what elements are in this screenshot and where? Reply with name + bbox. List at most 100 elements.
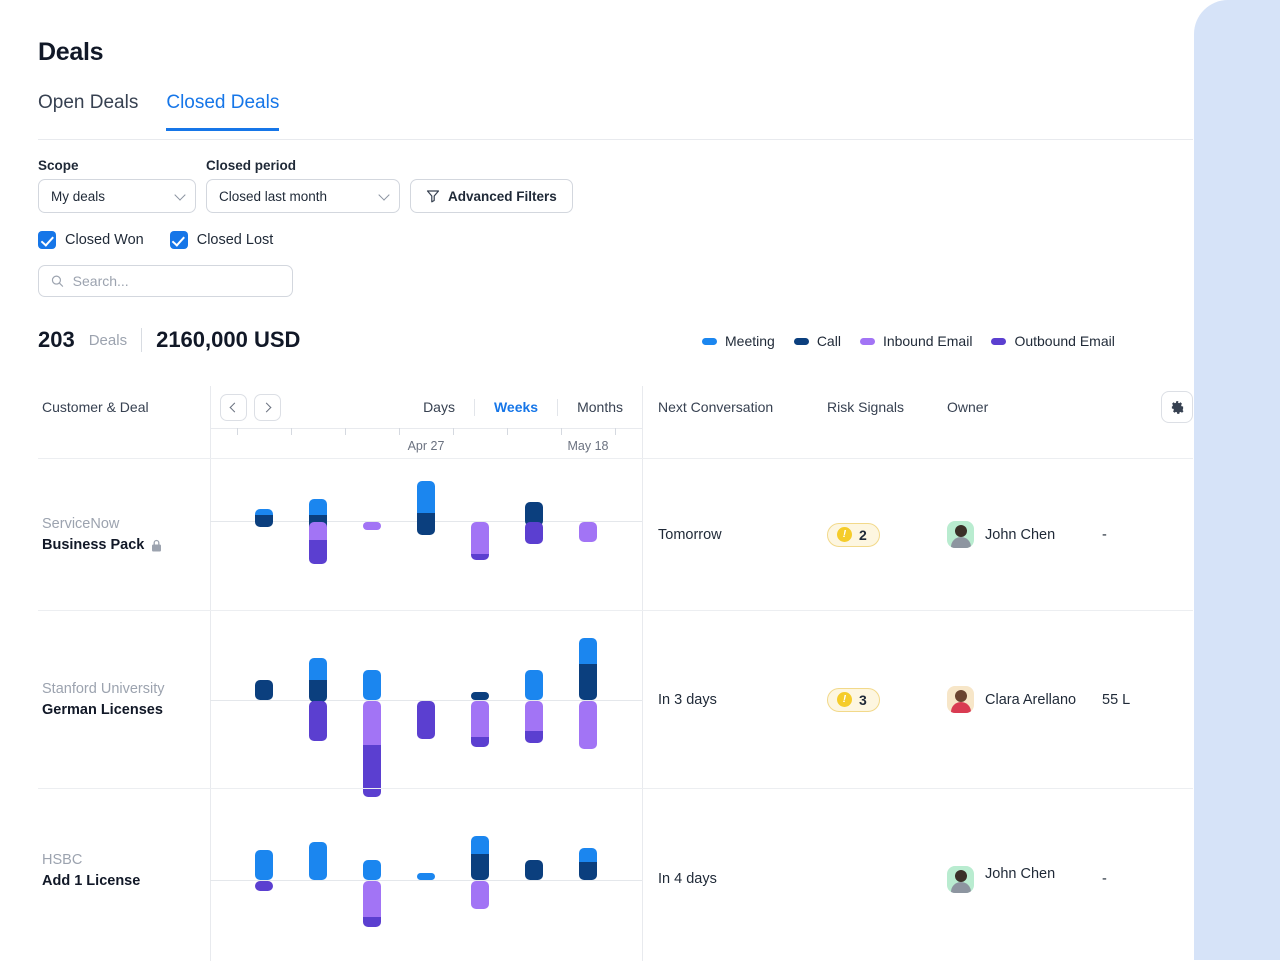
bar-segment-meeting: [363, 860, 381, 880]
row-separator-right: [642, 789, 643, 961]
chart-baseline: [210, 880, 642, 881]
axis-tick: [615, 428, 616, 435]
risk-badge[interactable]: ! 2: [827, 522, 880, 547]
table-header: Customer & Deal Days Weeks Months Next C…: [38, 386, 1193, 428]
row-separator-right: [642, 459, 643, 611]
granularity-weeks[interactable]: Weeks: [475, 399, 557, 415]
bar-segment-inbound-email: [525, 701, 543, 731]
timeline-next-button[interactable]: [254, 393, 281, 421]
axis-tick: [345, 428, 346, 435]
customer-cell: Stanford University German Licenses: [38, 611, 210, 788]
timeline-prev-button[interactable]: [220, 393, 247, 421]
bar-segment-outbound-email: [525, 522, 543, 544]
bar-segment-outbound-email: [417, 701, 435, 739]
table-row[interactable]: HSBC Add 1 License In 4 days John Chen -: [38, 788, 1193, 961]
axis-tick: [237, 428, 238, 435]
risk-signals-cell: ! 3: [827, 611, 947, 788]
bar-segment-meeting: [363, 670, 381, 700]
owner-cell: Clara Arellano: [947, 611, 1102, 788]
checkbox-icon: [169, 231, 188, 249]
bar-segment-call: [471, 692, 489, 700]
bar-segment-meeting: [417, 873, 435, 880]
avatar-body: [950, 882, 971, 893]
legend-swatch-meeting: [702, 337, 717, 345]
deal-count: 203: [38, 327, 75, 352]
filter-controls-row: Scope My deals Closed period Closed last…: [38, 158, 573, 213]
legend-item-meeting: Meeting: [702, 333, 775, 349]
legend-item-inbound-email: Inbound Email: [859, 333, 972, 349]
owner-cell: John Chen: [947, 789, 1102, 960]
owner-cell: John Chen: [947, 459, 1102, 610]
chevron-down-icon: [174, 189, 186, 201]
legend-swatch-outbound-email: [991, 337, 1007, 345]
table-row[interactable]: Stanford University German Licenses In 3…: [38, 610, 1193, 797]
tab-closed-deals[interactable]: Closed Deals: [166, 92, 280, 131]
warning-icon: !: [837, 527, 852, 542]
checkbox-closed-won[interactable]: Closed Won: [38, 231, 144, 249]
activity-chart-cell: [210, 459, 642, 610]
extra-cell: 55 L: [1102, 691, 1131, 708]
scope-value: My deals: [51, 188, 106, 204]
summary-stats: 203 Deals 2160,000 USD: [38, 327, 300, 353]
granularity-switcher: Days Weeks Months: [404, 398, 642, 416]
bar-segment-inbound-email: [579, 701, 597, 749]
search-icon: [51, 275, 64, 287]
avatar: [947, 686, 974, 713]
extra-cell: -: [1102, 526, 1107, 543]
bar-segment-call: [525, 860, 543, 880]
tab-open-deals[interactable]: Open Deals: [38, 92, 138, 131]
bar-segment-meeting: [255, 850, 273, 880]
risk-signals-cell: [827, 789, 947, 960]
table-row[interactable]: ServiceNow Business Pack Tomorrow ! 2 Jo…: [38, 458, 1193, 611]
bar-segment-inbound-email: [309, 522, 327, 540]
bar-segment-call: [255, 515, 273, 527]
activity-chart-cell: [210, 789, 642, 960]
granularity-days[interactable]: Days: [404, 399, 474, 415]
closed-period-value: Closed last month: [219, 188, 328, 204]
avatar-body: [950, 702, 971, 713]
risk-signals-cell: ! 2: [827, 459, 947, 610]
risk-count: 3: [859, 691, 867, 708]
risk-count: 2: [859, 526, 867, 543]
filter-icon: [426, 190, 440, 203]
row-separator-right: [642, 611, 643, 789]
timeline-controls: Days Weeks Months: [210, 393, 642, 421]
deal-name: Business Pack: [42, 537, 145, 553]
bar-segment-meeting: [417, 481, 435, 513]
search-input[interactable]: [72, 273, 280, 289]
chevron-left-icon: [229, 402, 240, 412]
owner-name: John Chen: [985, 526, 1056, 543]
search-box[interactable]: [38, 265, 293, 297]
column-settings-button[interactable]: [1161, 391, 1193, 423]
warning-icon: !: [837, 692, 852, 707]
filter-bar: Scope My deals Closed period Closed last…: [38, 158, 573, 297]
bar-segment-inbound-email: [363, 881, 381, 917]
avatar: [947, 866, 974, 893]
granularity-months[interactable]: Months: [558, 399, 642, 415]
bar-segment-outbound-email: [255, 881, 273, 891]
bar-segment-meeting: [309, 658, 327, 680]
owner-name: Clara Arellano: [985, 691, 1077, 708]
right-side-panel: [1194, 0, 1280, 960]
deal-name-wrap: German Licenses: [42, 702, 210, 718]
bar-segment-meeting: [579, 848, 597, 862]
scope-select[interactable]: My deals: [38, 179, 196, 213]
column-header-owner: Owner: [947, 399, 989, 415]
tab-divider: [38, 139, 1193, 140]
closed-period-select[interactable]: Closed last month: [206, 179, 400, 213]
status-checkboxes: Closed Won Closed Lost: [38, 231, 573, 249]
activity-chart-cell: [210, 611, 642, 797]
risk-badge[interactable]: ! 3: [827, 687, 880, 712]
customer-name: Stanford University: [42, 681, 165, 697]
customer-name: ServiceNow: [42, 516, 120, 532]
checkbox-closed-lost[interactable]: Closed Lost: [169, 231, 273, 249]
bar-segment-meeting: [471, 836, 489, 854]
stat-divider: [141, 328, 143, 352]
chart-legend: Meeting Call Inbound Email Outbound Emai…: [702, 333, 1115, 349]
checkbox-icon: [38, 231, 56, 249]
extra-cell: -: [1102, 871, 1107, 887]
closed-period-filter: Closed period Closed last month: [206, 158, 400, 213]
advanced-filters-button[interactable]: Advanced Filters: [410, 179, 573, 213]
axis-label-1: Apr 27: [407, 439, 445, 453]
bar-segment-outbound-email: [471, 737, 489, 747]
